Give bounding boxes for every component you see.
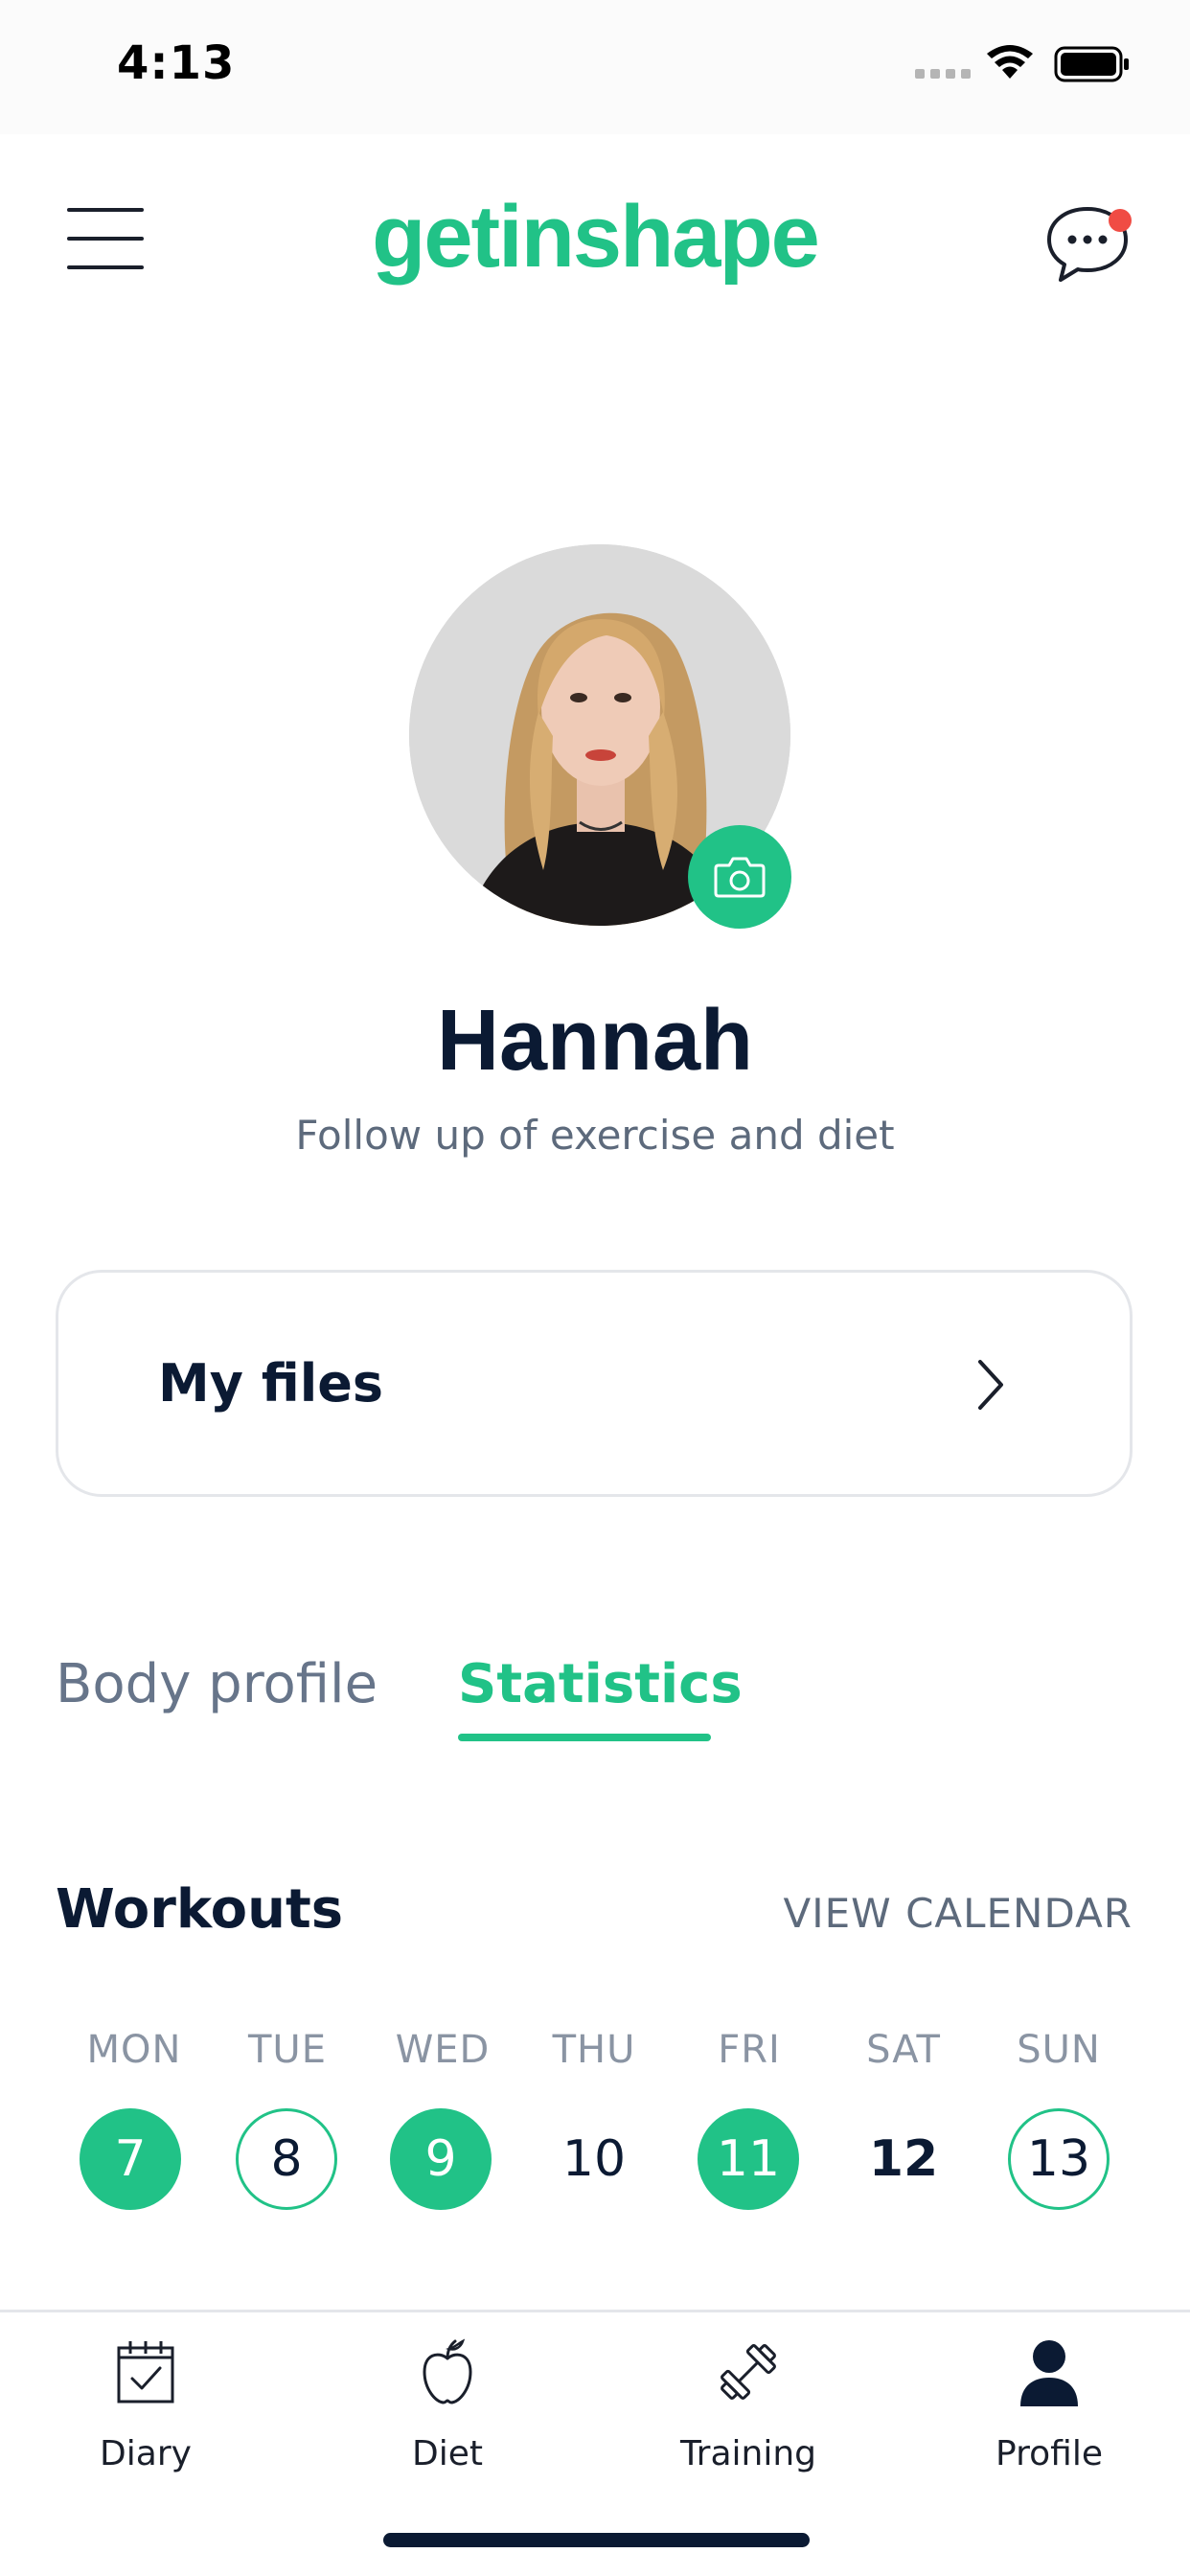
apple-icon: [423, 2338, 472, 2404]
tab-statistics[interactable]: Statistics: [458, 1653, 743, 1715]
nav-diet[interactable]: Diet: [342, 2334, 553, 2473]
profile-subtitle: Follow up of exercise and diet: [295, 1112, 895, 1159]
status-bar: 4:13: [0, 0, 1190, 134]
status-time: 4:13: [117, 36, 236, 90]
day-name-thu: THU: [552, 2028, 636, 2072]
day-name-tue: TUE: [248, 2028, 327, 2072]
wifi-icon: [987, 45, 1033, 79]
home-indicator[interactable]: [383, 2533, 810, 2547]
day-name-mon: MON: [86, 2028, 182, 2072]
camera-button[interactable]: [688, 825, 791, 929]
notification-dot: [1109, 209, 1132, 232]
battery-icon: [1054, 46, 1129, 82]
day-date-9[interactable]: 9: [390, 2108, 492, 2210]
tab-body-profile[interactable]: Body profile: [56, 1653, 378, 1715]
view-calendar-link[interactable]: VIEW CALENDAR: [784, 1890, 1133, 1937]
workouts-title: Workouts: [56, 1878, 344, 1941]
day-name-sat: SAT: [866, 2028, 941, 2072]
dumbbell-icon: [721, 2344, 776, 2400]
day-date-10[interactable]: 10: [543, 2108, 645, 2210]
app-logo: getinshape: [372, 188, 820, 286]
nav-training-label: Training: [679, 2434, 817, 2473]
day-name-sun: SUN: [1017, 2028, 1101, 2072]
active-tab-indicator: [458, 1734, 711, 1741]
day-date-8[interactable]: 8: [236, 2108, 337, 2210]
day-date-12[interactable]: 12: [853, 2108, 954, 2210]
cellular-signal-icon: [915, 69, 971, 79]
nav-training[interactable]: Training: [643, 2334, 854, 2473]
profile-name: Hannah: [436, 993, 754, 1089]
nav-diary[interactable]: Diary: [40, 2334, 251, 2473]
chevron-right-icon: [978, 1360, 1003, 1410]
my-files-card[interactable]: My files: [56, 1270, 1133, 1497]
app-header: getinshape: [0, 134, 1190, 345]
day-date-13[interactable]: 13: [1008, 2108, 1110, 2210]
calendar-check-icon: [117, 2341, 174, 2404]
nav-profile-label: Profile: [995, 2434, 1103, 2473]
nav-diary-label: Diary: [100, 2434, 192, 2473]
nav-diet-label: Diet: [412, 2434, 483, 2473]
day-name-wed: WED: [395, 2028, 491, 2072]
day-date-11[interactable]: 11: [698, 2108, 799, 2210]
day-name-fri: FRI: [718, 2028, 781, 2072]
day-date-7[interactable]: 7: [80, 2108, 181, 2210]
my-files-label: My files: [158, 1353, 384, 1414]
camera-icon: [714, 857, 766, 898]
user-icon: [1020, 2340, 1078, 2406]
nav-profile[interactable]: Profile: [944, 2334, 1155, 2473]
